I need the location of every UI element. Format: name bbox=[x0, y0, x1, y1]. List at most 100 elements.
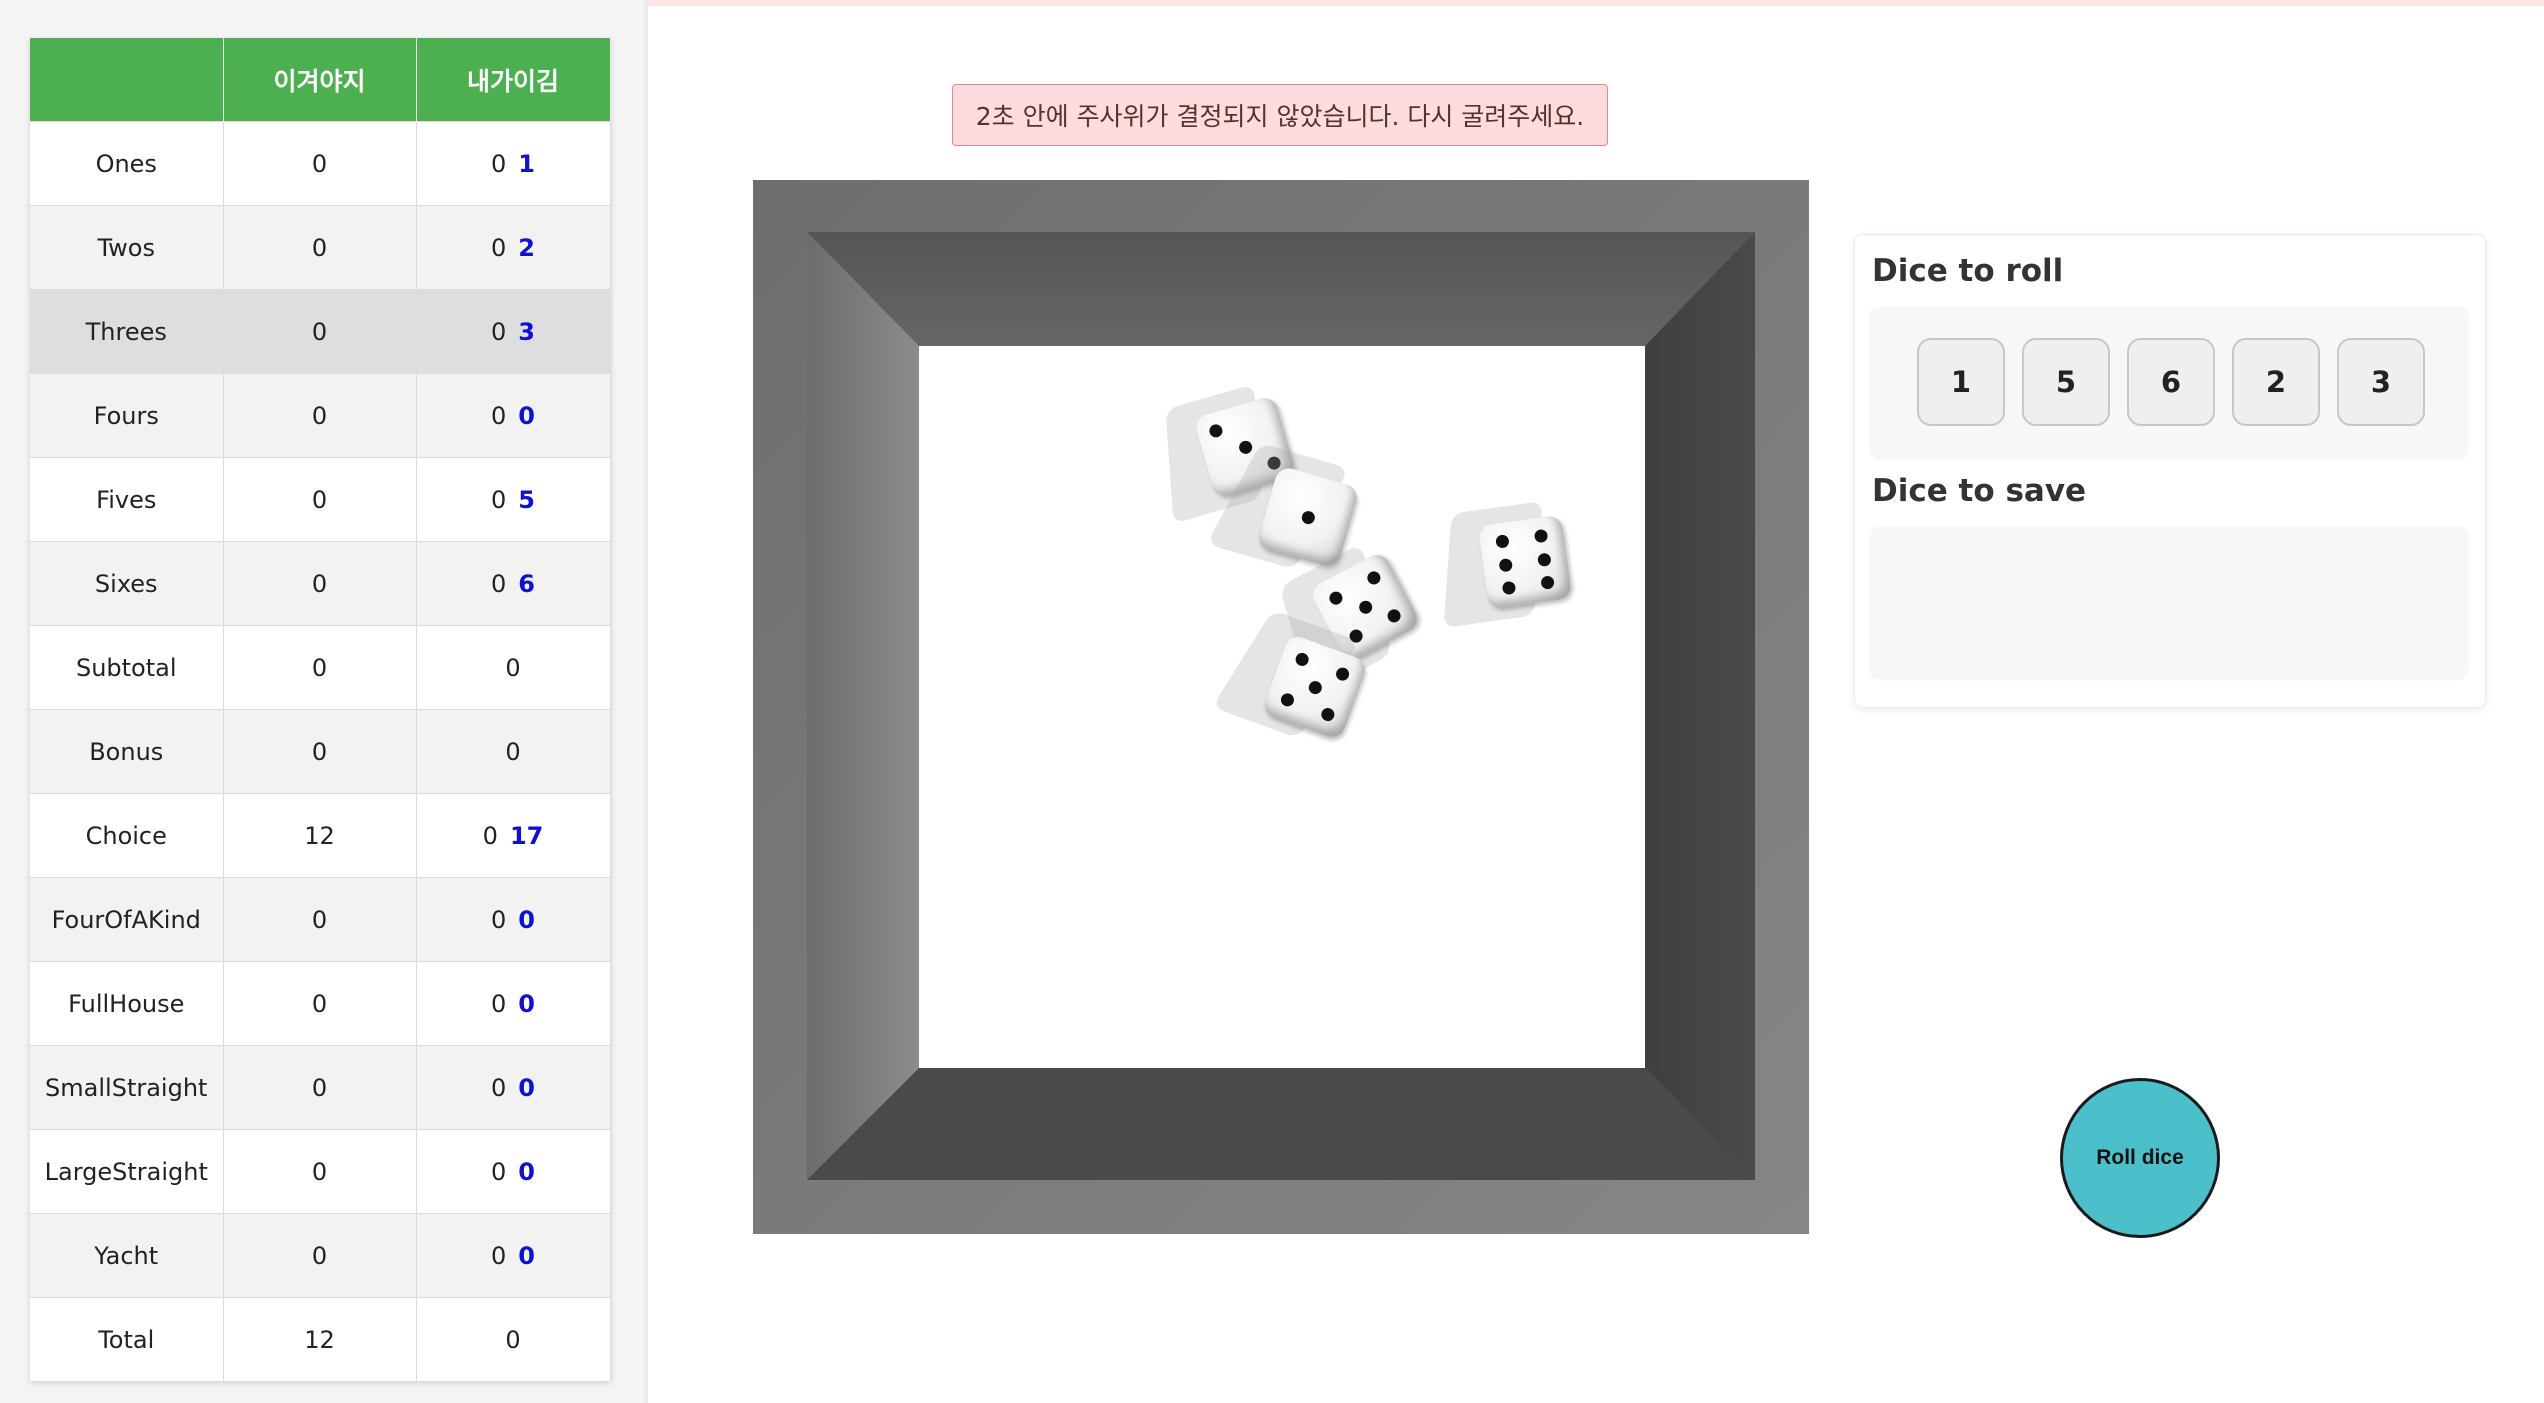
score-table: 이겨야지 내가이김 Ones 0 0 1 Twos 0 0 2 Threes 0 0 3 Fours 0 0… bbox=[30, 38, 611, 1381]
player-2-score-cell[interactable]: 00 bbox=[416, 373, 611, 458]
dice-to-roll-button[interactable]: 5 bbox=[2022, 338, 2110, 426]
player-2-score: 0 bbox=[491, 1073, 507, 1102]
die-pip bbox=[1293, 650, 1311, 668]
die-face bbox=[1477, 514, 1573, 610]
die-pip bbox=[1536, 551, 1552, 567]
die-pip bbox=[1326, 589, 1345, 607]
score-row-choice[interactable]: Choice 12 0 17 bbox=[30, 793, 611, 878]
player-2-score-cell: 0 bbox=[416, 1297, 611, 1381]
player-1-score: 0 bbox=[223, 289, 417, 374]
die-pip bbox=[1533, 528, 1549, 544]
player-2-score: 0 bbox=[491, 989, 507, 1018]
player-1-score: 0 bbox=[223, 625, 417, 710]
score-row-bonus[interactable]: Bonus 0 0 bbox=[30, 709, 611, 794]
dice-to-save-area[interactable] bbox=[1871, 527, 2467, 677]
player-2-score-cell[interactable]: 06 bbox=[416, 541, 611, 626]
score-row-fullhouse[interactable]: FullHouse 0 0 0 bbox=[30, 961, 611, 1046]
player-2-score-cell[interactable]: 02 bbox=[416, 205, 611, 290]
player-2-score: 0 bbox=[491, 569, 507, 598]
dice-tray bbox=[753, 180, 1809, 1234]
score-category: Fives bbox=[30, 457, 224, 542]
player-2-score-cell[interactable]: 00 bbox=[416, 877, 611, 962]
player-2-score-cell[interactable]: 01 bbox=[416, 121, 611, 206]
player-2-score: 0 bbox=[505, 653, 521, 682]
score-category: Choice bbox=[30, 793, 224, 878]
roll-dice-button[interactable]: Roll dice bbox=[2060, 1078, 2220, 1238]
score-body: Ones 0 0 1 Twos 0 0 2 Threes 0 0 3 Fours 0 0 0 Fives 0 0 5 S… bbox=[30, 121, 611, 1381]
player-2-score-cell[interactable]: 03 bbox=[416, 289, 611, 374]
score-row-sixes[interactable]: Sixes 0 0 6 bbox=[30, 541, 611, 626]
score-row-twos[interactable]: Twos 0 0 2 bbox=[30, 205, 611, 290]
score-category: Threes bbox=[30, 289, 224, 374]
player-2-score-cell[interactable]: 00 bbox=[416, 1129, 611, 1214]
score-category: Fours bbox=[30, 373, 224, 458]
player-1-score: 0 bbox=[223, 1129, 417, 1214]
player-1-score: 0 bbox=[223, 877, 417, 962]
potential-score[interactable]: 5 bbox=[518, 486, 535, 514]
potential-score[interactable]: 17 bbox=[510, 822, 543, 850]
player-2-score-cell[interactable]: 05 bbox=[416, 457, 611, 542]
dice-to-roll-button[interactable]: 2 bbox=[2232, 338, 2320, 426]
potential-score[interactable]: 0 bbox=[518, 906, 535, 934]
die-pip bbox=[1278, 691, 1296, 709]
potential-score[interactable]: 0 bbox=[518, 402, 535, 430]
score-category: Ones bbox=[30, 121, 224, 206]
potential-score[interactable]: 1 bbox=[518, 150, 535, 178]
tray-die bbox=[1443, 500, 1573, 628]
player-1-score: 0 bbox=[223, 373, 417, 458]
panel-divider bbox=[644, 0, 648, 1403]
potential-score[interactable]: 3 bbox=[518, 318, 535, 346]
player-1-score: 0 bbox=[223, 1045, 417, 1130]
player-2-score-cell: 0 bbox=[416, 625, 611, 710]
player-2-score-cell[interactable]: 00 bbox=[416, 1045, 611, 1130]
score-row-total[interactable]: Total 12 0 bbox=[30, 1297, 611, 1381]
score-row-smallstraight[interactable]: SmallStraight 0 0 0 bbox=[30, 1045, 611, 1130]
potential-score[interactable]: 0 bbox=[518, 1158, 535, 1186]
dice-to-roll-area: 15623 bbox=[1871, 307, 2467, 457]
player-2-score: 0 bbox=[505, 1325, 521, 1354]
dice-selection-panel: Dice to roll 15623 Dice to save bbox=[1854, 234, 2486, 708]
score-category: FourOfAKind bbox=[30, 877, 224, 962]
potential-score[interactable]: 6 bbox=[518, 570, 535, 598]
die-pip bbox=[1334, 665, 1352, 683]
score-category: Subtotal bbox=[30, 625, 224, 710]
die-pip bbox=[1498, 557, 1514, 573]
score-category: Total bbox=[30, 1297, 224, 1381]
die-pip bbox=[1207, 422, 1224, 439]
player-1-score: 0 bbox=[223, 457, 417, 542]
potential-score[interactable]: 0 bbox=[518, 1074, 535, 1102]
die-pip bbox=[1299, 508, 1317, 526]
dice-to-roll-button[interactable]: 6 bbox=[2127, 338, 2215, 426]
player-2-score: 0 bbox=[482, 821, 498, 850]
player-2-score-cell[interactable]: 0 17 bbox=[416, 793, 611, 878]
dice-to-roll-button[interactable]: 3 bbox=[2337, 338, 2425, 426]
player-2-score: 0 bbox=[491, 233, 507, 262]
player-2-score: 0 bbox=[491, 905, 507, 934]
dice-to-roll-heading: Dice to roll bbox=[1872, 253, 2064, 289]
potential-score[interactable]: 2 bbox=[518, 234, 535, 262]
score-row-threes[interactable]: Threes 0 0 3 bbox=[30, 289, 611, 374]
score-row-largestraight[interactable]: LargeStraight 0 0 0 bbox=[30, 1129, 611, 1214]
dice-to-save-heading: Dice to save bbox=[1872, 473, 2087, 509]
die-pip bbox=[1319, 706, 1337, 724]
player-2-score: 0 bbox=[491, 485, 507, 514]
player-2-score-cell[interactable]: 00 bbox=[416, 1213, 611, 1298]
score-row-fourofakind[interactable]: FourOfAKind 0 0 0 bbox=[30, 877, 611, 962]
player-2-score-cell[interactable]: 00 bbox=[416, 961, 611, 1046]
player-2-score: 0 bbox=[491, 1241, 507, 1270]
score-row-fives[interactable]: Fives 0 0 5 bbox=[30, 457, 611, 542]
header-player-1: 이겨야지 bbox=[223, 38, 417, 122]
player-2-score: 0 bbox=[491, 1157, 507, 1186]
player-1-score: 0 bbox=[223, 709, 417, 794]
dice-to-roll-button[interactable]: 1 bbox=[1917, 338, 2005, 426]
player-1-score: 0 bbox=[223, 1213, 417, 1298]
score-category: Twos bbox=[30, 205, 224, 290]
player-2-score: 0 bbox=[505, 737, 521, 766]
potential-score[interactable]: 0 bbox=[518, 990, 535, 1018]
potential-score[interactable]: 0 bbox=[518, 1242, 535, 1270]
score-row-fours[interactable]: Fours 0 0 0 bbox=[30, 373, 611, 458]
score-row-subtotal[interactable]: Subtotal 0 0 bbox=[30, 625, 611, 710]
score-category: SmallStraight bbox=[30, 1045, 224, 1130]
score-row-yacht[interactable]: Yacht 0 0 0 bbox=[30, 1213, 611, 1298]
score-row-ones[interactable]: Ones 0 0 1 bbox=[30, 121, 611, 206]
